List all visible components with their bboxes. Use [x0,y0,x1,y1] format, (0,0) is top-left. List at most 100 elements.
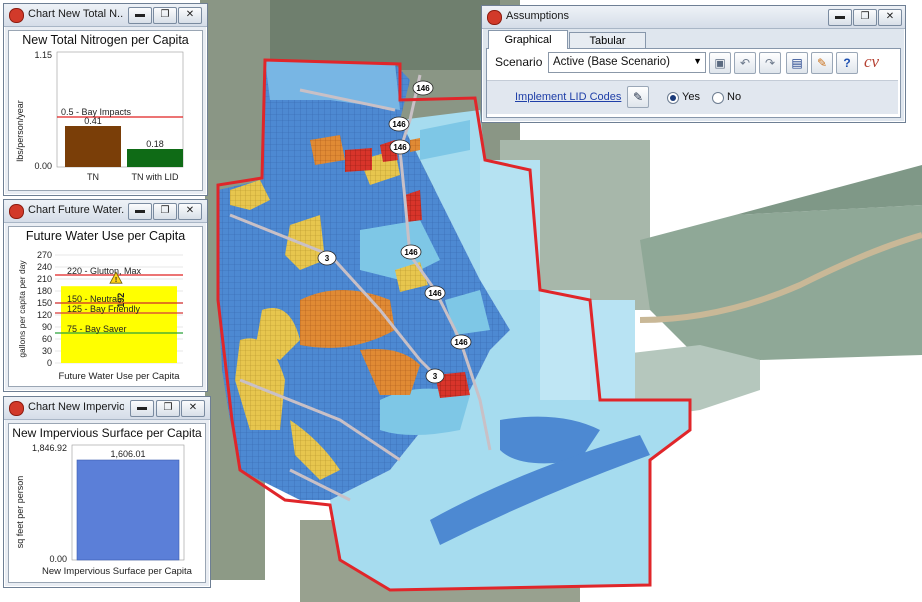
bar [76,459,180,561]
help-icon[interactable]: ? [836,52,858,74]
radio-no-label: No [727,91,742,103]
road-label: 146 [428,289,442,298]
restore-button[interactable]: ❐ [853,9,877,26]
app-logo-icon [9,401,24,416]
y-tick-label: 120 [37,310,52,320]
scenario-dropdown-value: Active (Base Scenario) [553,56,670,68]
chart-panel: New Total Nitrogen per Capita lbs/person… [8,30,203,191]
window-titlebar[interactable]: Chart New Impervio... ▬ ❐ ✕ [4,397,210,420]
window-title: Chart New Total N... [28,8,124,20]
y-tick-label: 180 [37,286,52,296]
save-icon[interactable]: ▣ [709,52,731,74]
road-label: 146 [416,84,430,93]
bar-value-label: 0.18 [146,139,164,149]
window-titlebar[interactable]: Chart Future Water... ▬ ❐ ✕ [4,200,207,223]
window-titlebar[interactable]: Assumptions ▬ ❐ ✕ [482,6,905,29]
impervious-chart-window[interactable]: Chart New Impervio... ▬ ❐ ✕ New Impervio… [3,396,211,588]
road-label: 146 [392,120,406,129]
app-logo-icon [487,10,502,25]
app-logo-icon [9,8,24,23]
nitrogen-bar-chart: lbs/person/year 1.15 0.00 0.41TN0.18TN w… [15,50,184,182]
y-tick-label: 60 [42,334,52,344]
water-tile [590,300,635,400]
close-button[interactable]: ✕ [181,400,205,417]
y-tick-label: 90 [42,322,52,332]
window-titlebar[interactable]: Chart New Total N... ▬ ❐ ✕ [4,4,207,27]
bar [127,149,183,167]
window-title: Assumptions [506,10,569,22]
close-button[interactable]: ✕ [178,203,202,220]
threshold-label: 0.5 - Bay Impacts [61,107,132,117]
bar-value-label: 1,606.01 [110,449,145,459]
chart-panel: New Impervious Surface per Capita sq fee… [8,423,206,583]
minimize-button[interactable]: ▬ [130,400,154,417]
tab-tabular[interactable]: Tabular [569,32,646,49]
y-tick-label: 210 [37,274,52,284]
nitrogen-chart-window[interactable]: Chart New Total N... ▬ ❐ ✕ New Total Nit… [3,3,208,196]
y-tick-label: 150 [37,298,52,308]
threshold-label: 150 - Neutral [67,294,119,304]
y-tick-label: 0 [47,358,52,368]
y-tick-label: 240 [37,262,52,272]
y-max-label: 1,846.92 [32,443,67,453]
radio-yes[interactable] [667,92,679,104]
y-axis-label: gallons per capita per day [17,260,27,358]
impervious-bar-chart: sq feet per person 1,846.92 0.00 1,606.0… [15,443,193,577]
road-label: 3 [433,372,438,381]
road-label: 3 [325,254,330,263]
graphical-tab-panel: Scenario Active (Base Scenario) ▼ ▣ ↶ ↷ … [486,48,901,118]
minimize-button[interactable]: ▬ [828,9,852,26]
radio-dot [670,95,676,101]
scenario-dropdown[interactable]: Active (Base Scenario) ▼ [548,52,706,73]
bar-value-label: 192 [116,293,126,308]
minimize-button[interactable]: ▬ [128,203,152,220]
lid-row: Implement LID Codes ✎ Yes No [487,80,898,114]
close-button[interactable]: ✕ [878,9,902,26]
x-tick-label: TN with LID [131,172,179,182]
window-title: Chart Future Water... [28,204,124,216]
y-tick-labels: 270 240 210 180 150 120 90 60 30 0 [37,250,52,368]
bar-group: 1,606.01 [76,449,180,561]
undo-icon[interactable]: ↶ [734,52,756,74]
water-use-chart-window[interactable]: Chart Future Water... ▬ ❐ ✕ Future Water… [3,199,208,392]
bar [65,126,121,167]
window-title: Chart New Impervio... [28,401,124,413]
assumptions-window[interactable]: Assumptions ▬ ❐ ✕ Graphical Tabular Scen… [481,5,906,123]
y-axis-label: sq feet per person [15,476,25,549]
chevron-down-icon[interactable]: ▼ [693,56,702,66]
restore-button[interactable]: ❐ [153,7,177,24]
water-use-bar-chart: gallons per capita per day 270 240 210 180 1… [17,250,183,382]
y-min-label: 0.00 [49,554,67,564]
edit-icon[interactable]: ✎ [811,52,833,74]
pencil-icon[interactable]: ✎ [627,86,649,108]
threshold-label: 125 - Bay Friendly [67,304,141,314]
app-logo-icon [9,204,24,219]
y-tick-label: 270 [37,250,52,260]
y-min-label: 0.00 [34,161,52,171]
community-viz-logo-icon: cν [864,52,880,71]
close-button[interactable]: ✕ [178,7,202,24]
water-tile [540,290,590,400]
y-axis-label: lbs/person/year [15,100,25,162]
restore-button[interactable]: ❐ [156,400,180,417]
y-tick-label: 30 [42,346,52,356]
x-axis-label: Future Water Use per Capita [58,371,180,382]
road-label: 146 [454,338,468,347]
radio-yes-label: Yes [682,91,700,103]
chart-panel: Future Water Use per Capita gallons per … [8,226,203,387]
threshold-label: 75 - Bay Saver [67,324,127,334]
y-max-label: 1.15 [34,50,52,60]
scenario-label: Scenario [495,55,543,69]
minimize-button[interactable]: ▬ [128,7,152,24]
x-axis-label: New Impervious Surface per Capita [42,566,193,577]
radio-no[interactable] [712,92,724,104]
road-label: 146 [393,143,407,152]
svg-text:!: ! [115,277,117,284]
implement-lid-link[interactable]: Implement LID Codes [515,91,621,103]
redo-icon[interactable]: ↷ [759,52,781,74]
road-label: 146 [404,248,418,257]
tab-graphical[interactable]: Graphical [488,30,568,49]
restore-button[interactable]: ❐ [153,203,177,220]
threshold-label: 220 - Glutton, Max [67,266,142,276]
notes-icon[interactable]: ▤ [786,52,808,74]
